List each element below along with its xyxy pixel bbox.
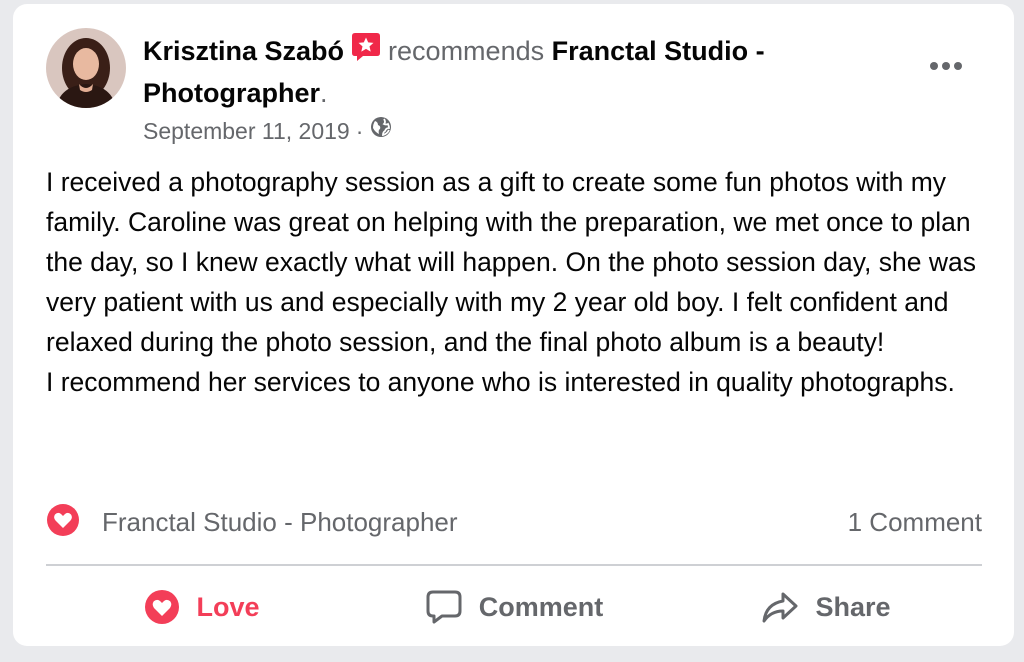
post-date[interactable]: September 11, 2019	[143, 116, 350, 146]
reactor-name[interactable]: Franctal Studio - Photographer	[102, 507, 458, 538]
header-period: .	[320, 78, 328, 108]
love-reaction-icon[interactable]	[46, 503, 102, 542]
comment-label: Comment	[478, 591, 604, 622]
author-name[interactable]: Krisztina Szabó	[143, 36, 344, 66]
comment-button[interactable]: Comment	[358, 589, 670, 625]
avatar[interactable]	[46, 28, 126, 108]
recommends-text: recommends	[388, 36, 545, 66]
action-bar: Love Comment Share	[46, 576, 982, 638]
share-icon	[762, 592, 798, 623]
divider	[46, 564, 982, 566]
comment-count[interactable]: 1 Comment	[848, 507, 982, 538]
reactions-summary: Franctal Studio - Photographer 1 Comment	[46, 502, 982, 542]
recommendation-star-icon	[350, 30, 382, 73]
post-card: Krisztina Szabó recommends Franctal Studi…	[13, 4, 1014, 646]
post-body: I received a photography session as a gi…	[46, 167, 976, 397]
avatar-photo	[46, 28, 126, 108]
globe-icon	[369, 115, 393, 146]
love-icon	[145, 590, 180, 624]
share-label: Share	[815, 591, 891, 622]
meta-separator: ·	[355, 117, 364, 144]
more-options-button[interactable]	[921, 48, 971, 84]
post-header: Krisztina Szabó recommends Franctal Studi…	[143, 30, 923, 113]
love-label: Love	[196, 591, 260, 622]
love-button[interactable]: Love	[46, 589, 358, 625]
more-dots-icon	[930, 62, 962, 70]
comment-icon	[426, 590, 462, 624]
share-button[interactable]: Share	[670, 590, 982, 624]
post-meta: September 11, 2019 ·	[143, 115, 393, 146]
